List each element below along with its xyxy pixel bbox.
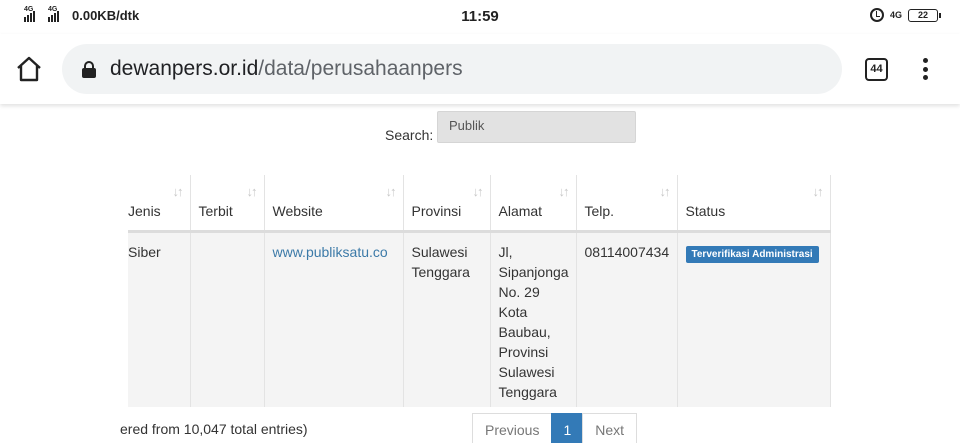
battery-icon: 22 [908,8,941,22]
cell-provinsi: Sulawesi Tenggara [403,231,491,407]
column-header-provinsi[interactable]: Provinsi ↓↑ [403,175,491,233]
data-table: Jenis ↓↑ Terbit ↓↑ Website ↓↑ Provinsi ↓↑ Al… [128,175,832,407]
previous-button[interactable]: Previous [472,413,553,443]
sort-icon: ↓↑ [246,184,258,199]
cell-website: www.publiksatu.co [264,231,404,407]
sort-icon: ↓↑ [172,184,184,199]
table-row: Siber www.publiksatu.co Sulawesi Tenggar… [128,231,831,407]
sort-icon: ↓↑ [472,184,484,199]
network-type: 4G [889,10,902,20]
sort-icon: ↓↑ [659,184,671,199]
column-header-jenis[interactable]: Jenis ↓↑ [128,175,191,233]
cell-alamat: Jl, Sipanjonga No. 29 Kota Baubau, Provi… [490,231,577,407]
cell-terbit [190,231,265,407]
status-right: 4G 22 [869,8,941,22]
alarm-icon [869,8,884,22]
column-header-terbit[interactable]: Terbit ↓↑ [190,175,265,233]
column-header-alamat[interactable]: Alamat ↓↑ [490,175,577,233]
home-icon [17,56,41,82]
url-path: /data/perusahaanpers [258,57,463,80]
cell-status: Terverifikasi Administrasi [677,231,831,407]
column-header-website[interactable]: Website ↓↑ [264,175,404,233]
table-info: ered from 10,047 total entries) [120,421,308,437]
column-header-telp[interactable]: Telp. ↓↑ [576,175,678,233]
sort-icon: ↓↑ [385,184,397,199]
status-bar: 4G 4G 0.00KB/dtk 11:59 4G 22 [0,0,960,34]
website-link[interactable]: www.publiksatu.co [273,244,388,260]
pagination: Previous 1 Next [472,413,638,443]
next-button[interactable]: Next [582,413,638,443]
menu-icon[interactable] [918,56,932,82]
sort-icon: ↓↑ [812,184,824,199]
search-label: Search: [385,127,434,143]
url-text[interactable]: dewanpers.or.id/data/perusahaanpers [110,57,463,81]
address-bar[interactable]: dewanpers.or.id/data/perusahaanpers [62,44,842,94]
lock-icon [82,61,96,78]
tab-switcher-button[interactable]: 44 [865,58,888,81]
browser-toolbar: dewanpers.or.id/data/perusahaanpers 44 [0,34,960,104]
clock: 11:59 [461,8,499,25]
column-header-status[interactable]: Status ↓↑ [677,175,831,233]
page-1-button[interactable]: 1 [551,413,584,443]
search-input[interactable] [437,111,636,143]
home-button[interactable] [16,56,42,82]
sort-icon: ↓↑ [558,184,570,199]
url-domain: dewanpers.or.id [110,57,259,80]
status-badge: Terverifikasi Administrasi [685,245,819,263]
table-header-row: Jenis ↓↑ Terbit ↓↑ Website ↓↑ Provinsi ↓↑ Al… [128,175,831,233]
cell-jenis: Siber [128,231,191,407]
cell-telp: 08114007434 [576,231,678,407]
